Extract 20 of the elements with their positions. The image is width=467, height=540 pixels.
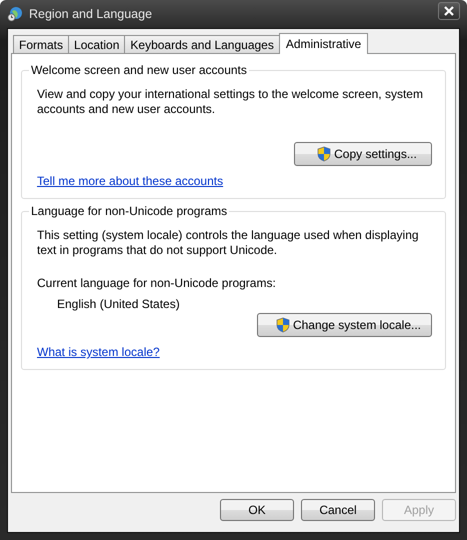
- help-link[interactable]: Tell me more about these accounts: [37, 174, 224, 188]
- globe-icon: [7, 6, 23, 22]
- group-title: Welcome screen and new user accounts: [29, 63, 249, 77]
- dialog-button[interactable]: Cancel: [301, 499, 375, 521]
- close-icon: [444, 6, 454, 16]
- action-button[interactable]: Copy settings...: [294, 142, 432, 166]
- dialog-button[interactable]: OK: [220, 499, 294, 521]
- group-title: Language for non-Unicode programs: [29, 204, 230, 218]
- tab[interactable]: Formats: [13, 35, 70, 53]
- close-button[interactable]: [438, 2, 460, 20]
- current-language-value: English (United States): [56, 297, 181, 311]
- tab[interactable]: Administrative: [278, 33, 368, 54]
- current-language-label: Current language for non-Unicode programs:: [37, 276, 277, 290]
- help-link[interactable]: What is system locale?: [37, 345, 160, 359]
- description-text: View and copy your international settings to the welcome screen, system accounts and new user accounts.: [37, 87, 424, 117]
- action-button[interactable]: Change system locale...: [256, 313, 432, 337]
- tab[interactable]: Location: [68, 35, 126, 53]
- tab[interactable]: Keyboards and Languages: [124, 35, 280, 53]
- description-text: This setting (system locale) controls the language used when displaying text in programs that do not support Unicode.: [37, 228, 420, 258]
- window-title: Region and Language: [29, 7, 154, 21]
